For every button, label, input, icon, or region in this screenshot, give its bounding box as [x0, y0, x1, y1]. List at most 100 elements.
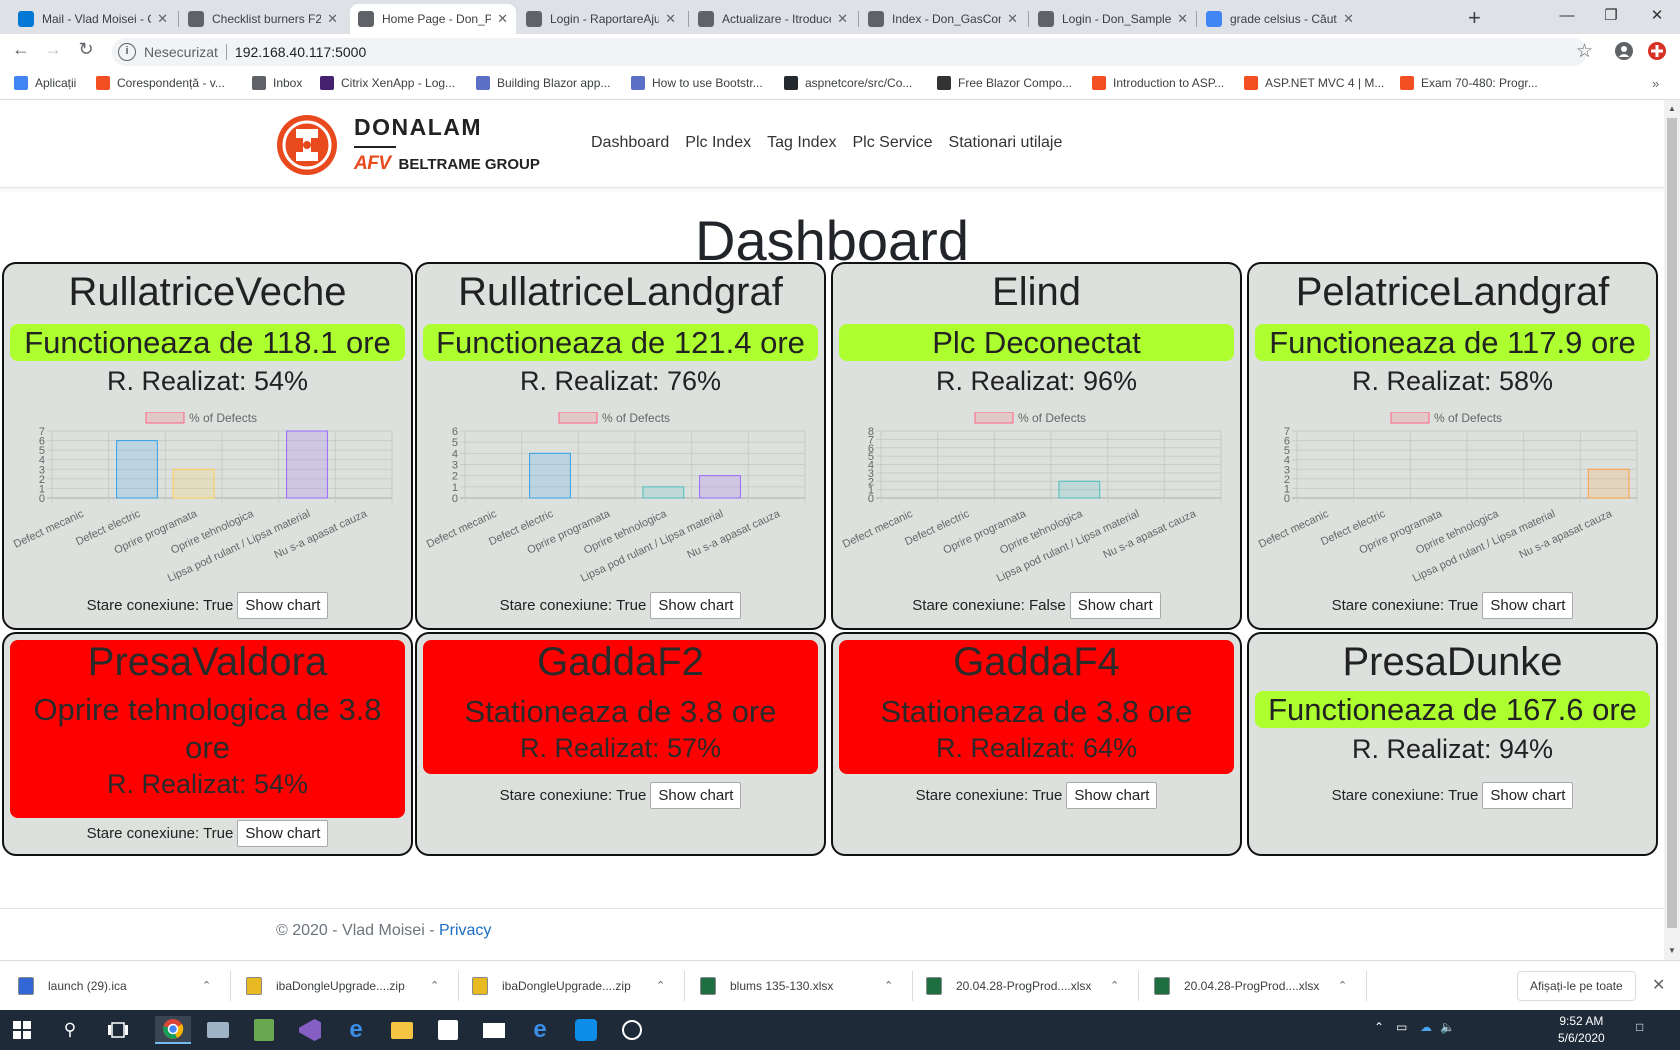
- download-filename: 20.04.28-ProgProd....xlsx: [1184, 979, 1320, 993]
- taskbar-clock[interactable]: 9:52 AM 5/6/2020: [1558, 1013, 1605, 1047]
- brand[interactable]: DONALAM AFV BELTRAME GROUP: [354, 114, 540, 175]
- download-options-icon[interactable]: ⌃: [1338, 979, 1347, 992]
- show-chart-button[interactable]: Show chart: [1066, 782, 1158, 809]
- close-tab-icon[interactable]: ✕: [157, 11, 168, 27]
- task-view-icon[interactable]: [104, 1016, 132, 1044]
- info-icon[interactable]: i: [118, 43, 136, 61]
- show-chart-button[interactable]: Show chart: [237, 592, 329, 619]
- forward-icon[interactable]: →: [40, 39, 66, 60]
- y-tick-label: 7: [1284, 426, 1290, 438]
- minimize-icon[interactable]: —: [1544, 2, 1590, 30]
- nav-stationari-utilaje[interactable]: Stationari utilaje: [949, 134, 1063, 152]
- show-chart-button[interactable]: Show chart: [1482, 782, 1574, 809]
- close-tab-icon[interactable]: ✕: [1007, 11, 1018, 27]
- close-tab-icon[interactable]: ✕: [837, 11, 848, 27]
- close-tab-icon[interactable]: ✕: [497, 11, 508, 27]
- visual-studio-icon[interactable]: [296, 1016, 324, 1044]
- browser-tab[interactable]: Login - Don_SampleTr ✕: [1030, 4, 1196, 34]
- scrollbar-thumb[interactable]: [1667, 118, 1677, 928]
- more-bookmarks-icon[interactable]: »: [1652, 76, 1659, 91]
- bookmark-item[interactable]: How to use Bootstr...: [631, 76, 763, 90]
- scroll-down-icon[interactable]: ▼: [1668, 946, 1676, 955]
- close-tab-icon[interactable]: ✕: [665, 11, 676, 27]
- file-explorer-icon[interactable]: [388, 1016, 416, 1044]
- close-downloads-icon[interactable]: ✕: [1652, 975, 1665, 995]
- close-tab-icon[interactable]: ✕: [327, 11, 338, 27]
- onedrive-icon[interactable]: ☁: [1420, 1020, 1432, 1034]
- teamviewer-icon[interactable]: [572, 1016, 600, 1044]
- page-scrollbar[interactable]: ▲ ▼: [1664, 100, 1680, 960]
- search-icon[interactable]: ⚲: [56, 1016, 84, 1044]
- notifications-icon[interactable]: □: [1636, 1020, 1643, 1034]
- bookmark-item[interactable]: ASP.NET MVC 4 | M...: [1244, 76, 1384, 90]
- internet-explorer-icon[interactable]: e: [526, 1016, 554, 1044]
- download-options-icon[interactable]: ⌃: [430, 979, 439, 992]
- browser-tab[interactable]: Index - Don_GasConsu ✕: [860, 4, 1026, 34]
- show-chart-button[interactable]: Show chart: [650, 592, 742, 619]
- bookmark-item[interactable]: Introduction to ASP...: [1092, 76, 1224, 90]
- app-taskbar-icon[interactable]: [250, 1016, 278, 1044]
- download-item[interactable]: 20.04.28-ProgProd....xlsx ⌃: [926, 961, 1136, 1011]
- browser-tab[interactable]: Mail - Vlad Moisei - O ✕: [10, 4, 176, 34]
- bookmark-item[interactable]: Citrix XenApp - Log...: [320, 76, 455, 90]
- snipping-tool-icon[interactable]: [618, 1016, 646, 1044]
- download-item[interactable]: ibaDongleUpgrade....zip ⌃: [246, 961, 456, 1011]
- download-options-icon[interactable]: ⌃: [656, 979, 665, 992]
- tray-chevron-icon[interactable]: ⌃: [1374, 1020, 1384, 1034]
- donalam-logo-icon[interactable]: [276, 114, 338, 176]
- bookmark-item[interactable]: Inbox: [252, 76, 302, 90]
- back-icon[interactable]: ←: [8, 39, 34, 60]
- status-badge: Plc Deconectat: [839, 324, 1234, 361]
- chrome-taskbar-icon[interactable]: [155, 1016, 191, 1044]
- url-text[interactable]: 192.168.40.117:5000: [235, 44, 366, 60]
- close-window-icon[interactable]: ✕: [1634, 2, 1680, 30]
- download-options-icon[interactable]: ⌃: [202, 979, 211, 992]
- show-all-downloads-button[interactable]: Afișați-le pe toate: [1517, 971, 1636, 1001]
- bookmark-item[interactable]: Exam 70-480: Progr...: [1400, 76, 1538, 90]
- close-tab-icon[interactable]: ✕: [1177, 11, 1188, 27]
- bookmark-label: Aplicații: [35, 76, 77, 90]
- browser-tab[interactable]: Actualizare - Itroduce ✕: [690, 4, 856, 34]
- nav-tag-index[interactable]: Tag Index: [767, 134, 836, 152]
- volume-icon[interactable]: 🔈: [1440, 1020, 1455, 1034]
- store-icon[interactable]: [434, 1016, 462, 1044]
- download-options-icon[interactable]: ⌃: [884, 979, 893, 992]
- bookmark-item[interactable]: Free Blazor Compo...: [937, 76, 1072, 90]
- address-bar[interactable]: i Nesecurizat 192.168.40.117:5000: [112, 38, 1587, 66]
- scroll-up-icon[interactable]: ▲: [1668, 104, 1676, 113]
- download-options-icon[interactable]: ⌃: [1110, 979, 1119, 992]
- download-item[interactable]: blums 135-130.xlsx ⌃: [700, 961, 910, 1011]
- nav-plc-service[interactable]: Plc Service: [852, 134, 932, 152]
- show-chart-button[interactable]: Show chart: [237, 820, 329, 847]
- extension-icon[interactable]: [1648, 42, 1666, 65]
- browser-tab[interactable]: grade celsius - Căutare ✕: [1198, 4, 1362, 34]
- reload-icon[interactable]: ↻: [73, 39, 99, 60]
- download-item[interactable]: ibaDongleUpgrade....zip ⌃: [472, 961, 682, 1011]
- show-chart-button[interactable]: Show chart: [1482, 592, 1574, 619]
- maximize-icon[interactable]: ❐: [1588, 2, 1634, 30]
- windows-start-icon[interactable]: [8, 1016, 36, 1044]
- download-item[interactable]: 20.04.28-ProgProd....xlsx ⌃: [1154, 961, 1364, 1011]
- browser-tab[interactable]: Login - RaportareAjust ✕: [518, 4, 684, 34]
- new-tab-button[interactable]: +: [1468, 5, 1481, 31]
- edge-icon[interactable]: e: [342, 1016, 370, 1044]
- close-tab-icon[interactable]: ✕: [1343, 11, 1354, 27]
- bookmark-item[interactable]: Aplicații: [14, 76, 76, 90]
- bookmark-item[interactable]: Corespondență - v...: [96, 76, 225, 90]
- bookmark-item[interactable]: aspnetcore/src/Co...: [784, 76, 912, 90]
- security-label: Nesecurizat: [144, 44, 218, 60]
- show-chart-button[interactable]: Show chart: [1069, 592, 1161, 619]
- bookmark-item[interactable]: Building Blazor app...: [476, 76, 610, 90]
- privacy-link[interactable]: Privacy: [439, 922, 491, 939]
- browser-tab[interactable]: Checklist burners F2.p ✕: [180, 4, 346, 34]
- nav-dashboard[interactable]: Dashboard: [591, 134, 669, 152]
- show-chart-button[interactable]: Show chart: [650, 782, 742, 809]
- profile-icon[interactable]: [1615, 42, 1633, 65]
- browser-tab[interactable]: Home Page - Don_Plc ✕: [350, 4, 516, 34]
- bookmark-star-icon[interactable]: ☆: [1576, 40, 1593, 63]
- nav-plc-index[interactable]: Plc Index: [685, 134, 751, 152]
- network-icon[interactable]: ▭: [1396, 1020, 1407, 1034]
- download-item[interactable]: launch (29).ica ⌃: [18, 961, 228, 1011]
- app-taskbar-icon[interactable]: [204, 1016, 232, 1044]
- mail-icon[interactable]: [480, 1016, 508, 1044]
